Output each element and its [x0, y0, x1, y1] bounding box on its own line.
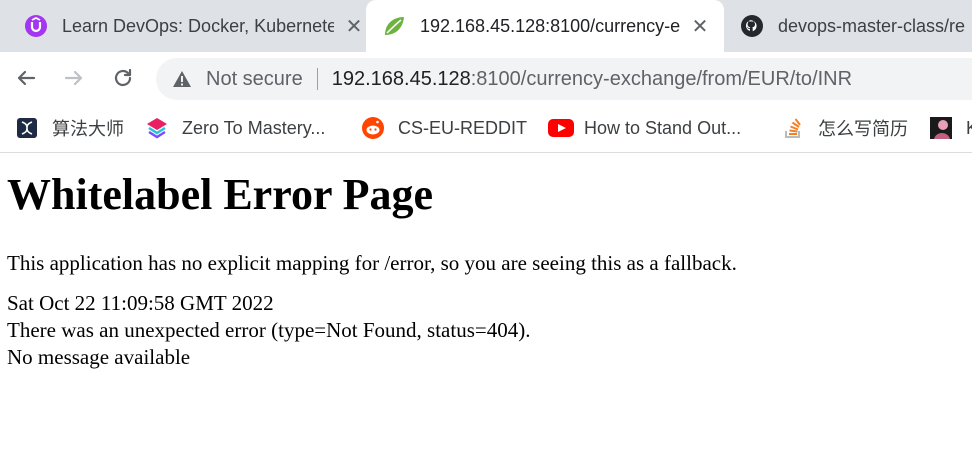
error-timestamp: Sat Oct 22 11:09:58 GMT 2022 — [7, 291, 274, 315]
github-icon — [740, 14, 764, 38]
tab-udemy[interactable]: Learn DevOps: Docker, Kubernetes ✕ — [10, 0, 366, 52]
bookmark-label: K — [966, 118, 972, 139]
bookmark-label: 怎么写简历 — [818, 119, 908, 139]
back-arrow-icon — [17, 70, 36, 86]
zero-to-mastery-icon — [146, 117, 168, 139]
spring-leaf-icon — [382, 14, 406, 38]
bookmark-algorithm[interactable]: 算法大师 — [16, 114, 124, 142]
forward-button[interactable] — [60, 64, 88, 92]
page-content: Whitelabel Error Page This application h… — [7, 166, 967, 371]
bookmark-avatar[interactable]: K — [930, 114, 972, 142]
url-text[interactable]: 192.168.45.128:8100/currency-exchange/fr… — [332, 68, 852, 91]
error-details: Sat Oct 22 11:09:58 GMT 2022 There was a… — [7, 290, 967, 371]
bookmark-label: How to Stand Out... — [584, 117, 742, 138]
reddit-icon — [362, 117, 384, 139]
tab-title: 192.168.45.128:8100/currency-exchange — [420, 15, 680, 36]
back-button[interactable] — [12, 64, 40, 92]
tab-strip: Learn DevOps: Docker, Kubernetes ✕ 192.1… — [0, 0, 972, 52]
bookmark-reddit[interactable]: CS-EU-REDDIT — [362, 114, 527, 142]
error-type-status: There was an unexpected error (type=Not … — [7, 318, 531, 342]
bookmark-youtube[interactable]: How to Stand Out... — [548, 114, 741, 142]
close-tab-icon[interactable]: ✕ — [690, 14, 710, 39]
tab-title: Learn DevOps: Docker, Kubernetes — [62, 15, 334, 36]
reload-button[interactable] — [109, 64, 137, 92]
page-title: Whitelabel Error Page — [7, 170, 434, 219]
url-host: 192.168.45.128 — [331, 67, 471, 90]
tab-currency-exchange[interactable]: 192.168.45.128:8100/currency-exchange ✕ — [366, 0, 724, 52]
bookmark-resume[interactable]: 怎么写简历 — [782, 114, 908, 142]
omnibox-divider — [316, 68, 318, 90]
avatar-icon — [930, 117, 952, 139]
bookmark-label: 算法大师 — [52, 119, 124, 139]
warning-icon[interactable] — [172, 69, 192, 89]
bookmark-label: CS-EU-REDDIT — [398, 117, 527, 138]
browser-toolbar: Not secure 192.168.45.128:8100/currency-… — [0, 52, 972, 104]
forward-arrow-icon — [64, 70, 83, 86]
tab-github[interactable]: devops-master-class/re — [738, 0, 972, 52]
bookmark-label: Zero To Mastery... — [182, 117, 326, 138]
security-label[interactable]: Not secure — [206, 68, 303, 91]
youtube-icon — [548, 117, 574, 139]
algorithm-icon — [16, 117, 38, 139]
error-message: No message available — [7, 345, 191, 369]
reload-icon — [114, 68, 132, 87]
stackoverflow-icon — [782, 117, 804, 139]
url-path: :8100/currency-exchange/from/EUR/to/INR — [470, 67, 853, 90]
error-description: This application has no explicit mapping… — [7, 251, 737, 275]
tab-title: devops-master-class/re — [778, 15, 966, 36]
address-bar[interactable]: Not secure 192.168.45.128:8100/currency-… — [156, 58, 972, 100]
close-tab-icon[interactable]: ✕ — [344, 14, 364, 39]
udemy-icon — [24, 14, 48, 38]
bookmarks-bar: 算法大师 Zero To Mastery... CS-EU-REDDIT How… — [0, 104, 972, 153]
bookmark-zero-to-mastery[interactable]: Zero To Mastery... — [146, 114, 325, 142]
